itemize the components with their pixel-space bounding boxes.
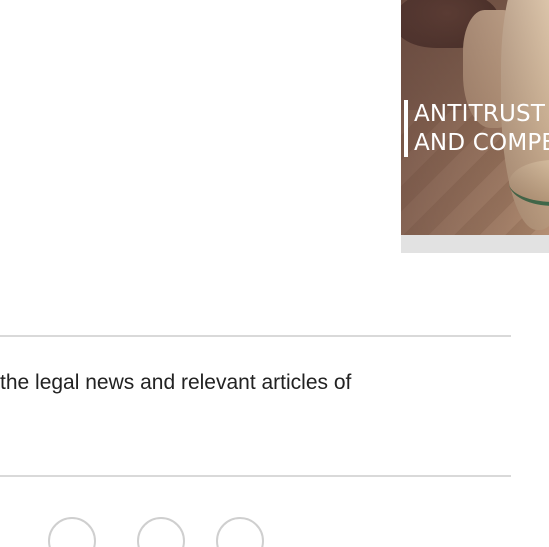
banner-title: ANTITRUST AND COMPETITION bbox=[414, 100, 549, 158]
intro-text: the legal news and relevant articles of bbox=[0, 371, 352, 394]
divider-bottom bbox=[0, 475, 511, 477]
divider-top bbox=[0, 335, 511, 337]
banner-caption-strip bbox=[401, 235, 549, 253]
page: ANTITRUST AND COMPETITION the legal news… bbox=[0, 0, 549, 547]
share-circle-icon[interactable] bbox=[137, 517, 185, 547]
share-circle-icon[interactable] bbox=[216, 517, 264, 547]
share-circle-icon[interactable] bbox=[48, 517, 96, 547]
banner-title-line2: AND COMPETITION bbox=[414, 130, 549, 156]
banner-accent-bar bbox=[404, 100, 408, 157]
practice-area-banner[interactable]: ANTITRUST AND COMPETITION bbox=[401, 0, 549, 253]
banner-title-line1: ANTITRUST bbox=[414, 101, 546, 127]
